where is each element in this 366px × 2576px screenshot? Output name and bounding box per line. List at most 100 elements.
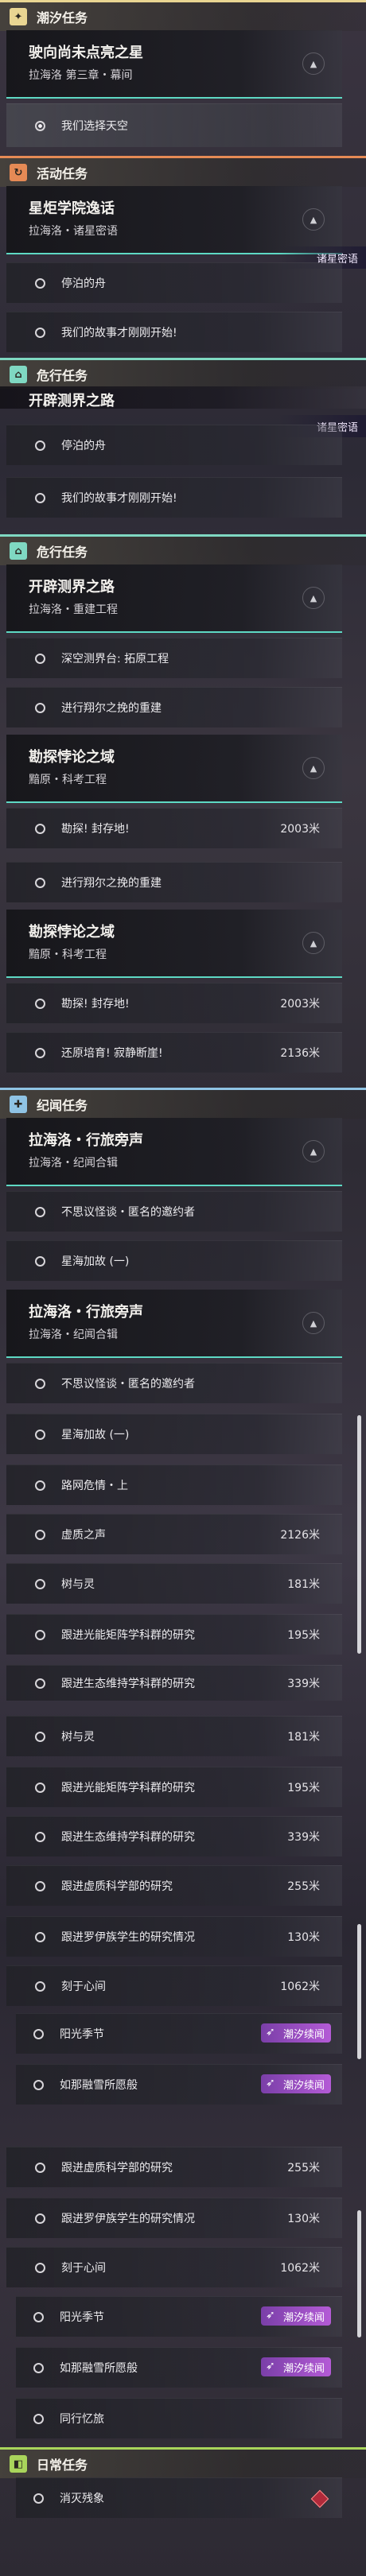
quest-step[interactable]: 星海加故 (一) [6,1414,342,1454]
section-title: 纪闻任务 [37,1098,88,1113]
quest-step[interactable]: 阳光季节 ➶ 潮汐续闻 [16,2296,342,2337]
quest-title: 勘探悖论之域 [29,749,115,766]
quest-step[interactable]: 如那融雪所愿般 ➶ 潮汐续闻 [16,2347,342,2388]
distance: 181米 [287,1731,320,1744]
quest-step[interactable]: 虚质之声 2126米 [6,1514,342,1554]
quest-step[interactable]: 停泊的舟 [6,425,342,465]
distance: 130米 [287,1931,320,1944]
quest-step[interactable]: 进行翔尔之挽的重建 [6,687,342,727]
quest-step[interactable]: 跟进光能矩阵学科群的研究 195米 [6,1767,342,1807]
quest-step[interactable]: 树与灵 181米 [6,1716,342,1756]
quest-step[interactable]: 不思议怪谈・匿名的邀约者 [6,1363,342,1403]
chevron-up-icon[interactable]: ▲ [302,1312,325,1334]
chevron-up-icon[interactable]: ▲ [302,932,325,954]
radio-icon [35,653,45,664]
quest-step[interactable]: 跟进光能矩阵学科群的研究 195米 [6,1614,342,1655]
quest-card[interactable]: 勘探悖论之域 黯原・科考工程 ▲ [6,910,342,978]
step-label: 跟进虚质科学部的研究 [61,1880,173,1893]
quest-step[interactable]: 树与灵 181米 [6,1563,342,1604]
quest-card[interactable]: 星炬学院逸话 拉海洛・诸星密语 ▲ [6,186,342,254]
quest-subtitle: 拉海洛・重建工程 [29,603,118,616]
quest-subtitle: 黯原・科考工程 [29,949,107,961]
quest-title: 开辟测界之路 [29,393,115,409]
quest-step[interactable]: 勘探! 封存地! 2003米 [6,808,342,848]
distance: 339米 [287,1678,320,1690]
quest-step[interactable]: 跟进虚质科学部的研究 255米 [6,2147,342,2187]
quest-step[interactable]: 停泊的舟 [6,262,342,303]
danger-icon: ⌂ [10,542,27,560]
quest-step[interactable]: 进行翔尔之挽的重建 [6,862,342,902]
chevron-up-icon[interactable]: ▲ [302,208,325,231]
quest-step[interactable]: 星海加故 (一) [6,1240,342,1281]
radio-icon [35,1047,45,1058]
chevron-up-icon[interactable]: ▲ [302,1140,325,1162]
radio-icon [35,2162,45,2173]
radio-icon [35,1480,45,1491]
radio-icon [33,2493,44,2504]
quest-step[interactable]: 消灭残象 [16,2477,342,2518]
ribbon-icon: ➶ [265,2360,275,2372]
step-label: 路网危情・上 [61,1480,128,1492]
section-header-tide: ✦ 潮汐任务 [0,0,366,31]
quest-step[interactable]: 不思议怪谈・匿名的邀约者 [6,1191,342,1232]
quest-step[interactable]: 跟进虚质科学部的研究 255米 [6,1865,342,1906]
scrollbar[interactable] [357,1415,361,1654]
radio-icon [35,1880,45,1891]
chevron-up-icon[interactable]: ▲ [302,52,325,75]
tide-icon: ✦ [10,8,27,25]
section-header-daily: ◧ 日常任务 [0,2447,366,2478]
radio-selected-icon [35,120,45,131]
distance: 130米 [287,2213,320,2225]
quest-step[interactable]: 跟进生态维持学科群的研究 339米 [6,1665,342,1701]
quest-card[interactable]: 拉海洛・行旅旁声 拉海洛・纪闻合辑 ▲ [6,1290,342,1358]
quest-card[interactable]: 开辟测界之路 拉海洛・重建工程 ▲ [6,564,342,633]
quest-step[interactable]: 我们的故事才刚刚开始! [6,477,342,518]
quest-step[interactable]: 勘探! 封存地! 2003米 [6,983,342,1023]
chevron-up-icon[interactable]: ▲ [302,587,325,609]
quest-card[interactable]: 驶向尚未点亮之星 拉海洛 第三章・幕间 ▲ [6,30,342,99]
radio-icon [35,2262,45,2273]
quest-card[interactable]: 拉海洛・行旅旁声 拉海洛・纪闻合辑 ▲ [6,1118,342,1186]
quest-step[interactable]: 阳光季节 ➶ 潮汐续闻 [16,2013,342,2054]
quest-step[interactable]: 路网危情・上 [6,1465,342,1505]
badge-label: 潮汐续闻 [282,2028,325,2041]
quest-step[interactable]: 我们的故事才刚刚开始! [6,312,342,352]
quest-step[interactable]: 如那融雪所愿般 ➶ 潮汐续闻 [16,2064,342,2105]
quest-step[interactable]: 刻于心间 1062米 [6,1965,342,2006]
radio-icon [35,998,45,1009]
tide-badge: ➶ 潮汐续闻 [260,2023,331,2043]
quest-step[interactable]: 同行忆旅 [16,2398,342,2438]
quest-card[interactable]: 勘探悖论之域 黯原・科考工程 ▲ [6,735,342,803]
distance: 2136米 [280,1047,320,1060]
quest-step[interactable]: 刻于心间 1062米 [6,2247,342,2287]
quest-title: 驶向尚未点亮之星 [29,45,143,61]
radio-icon [35,277,45,289]
radio-icon [35,492,45,503]
radio-icon [35,1731,45,1742]
radio-icon [35,440,45,451]
step-label: 如那融雪所愿般 [60,2362,138,2375]
step-label: 跟进罗伊族学生的研究情况 [61,1931,195,1944]
ribbon-icon: ➶ [265,2077,275,2089]
danger-icon: ⌂ [10,366,27,383]
quest-step[interactable]: 跟进罗伊族学生的研究情况 130米 [6,2198,342,2238]
radio-icon [35,1782,45,1793]
alert-diamond-icon [310,2489,329,2508]
quest-step[interactable]: 还原培育! 寂静断崖! 2136米 [6,1032,342,1073]
section-header-activity: ↻ 活动任务 [0,156,366,187]
scrollbar[interactable] [357,1924,361,2059]
scrollbar[interactable] [357,2210,361,2337]
quest-step[interactable]: 深空测界台: 拓原工程 [6,638,342,678]
quest-step[interactable]: 跟进生态维持学科群的研究 339米 [6,1816,342,1856]
badge-label: 潮汐续闻 [282,2311,325,2324]
ribbon-icon: ➶ [265,2309,275,2322]
section-header-danger: ⌂ 危行任务 [0,358,366,389]
step-label: 星海加故 (一) [61,1255,130,1268]
quest-step[interactable]: 跟进罗伊族学生的研究情况 130米 [6,1916,342,1957]
chevron-up-icon[interactable]: ▲ [302,757,325,779]
step-label: 我们选择天空 [61,120,128,133]
quest-step[interactable]: 我们选择天空 [6,103,342,147]
quest-title: 开辟测界之路 [29,579,115,596]
section-title: 活动任务 [37,166,88,181]
step-label: 阳光季节 [60,2028,104,2041]
